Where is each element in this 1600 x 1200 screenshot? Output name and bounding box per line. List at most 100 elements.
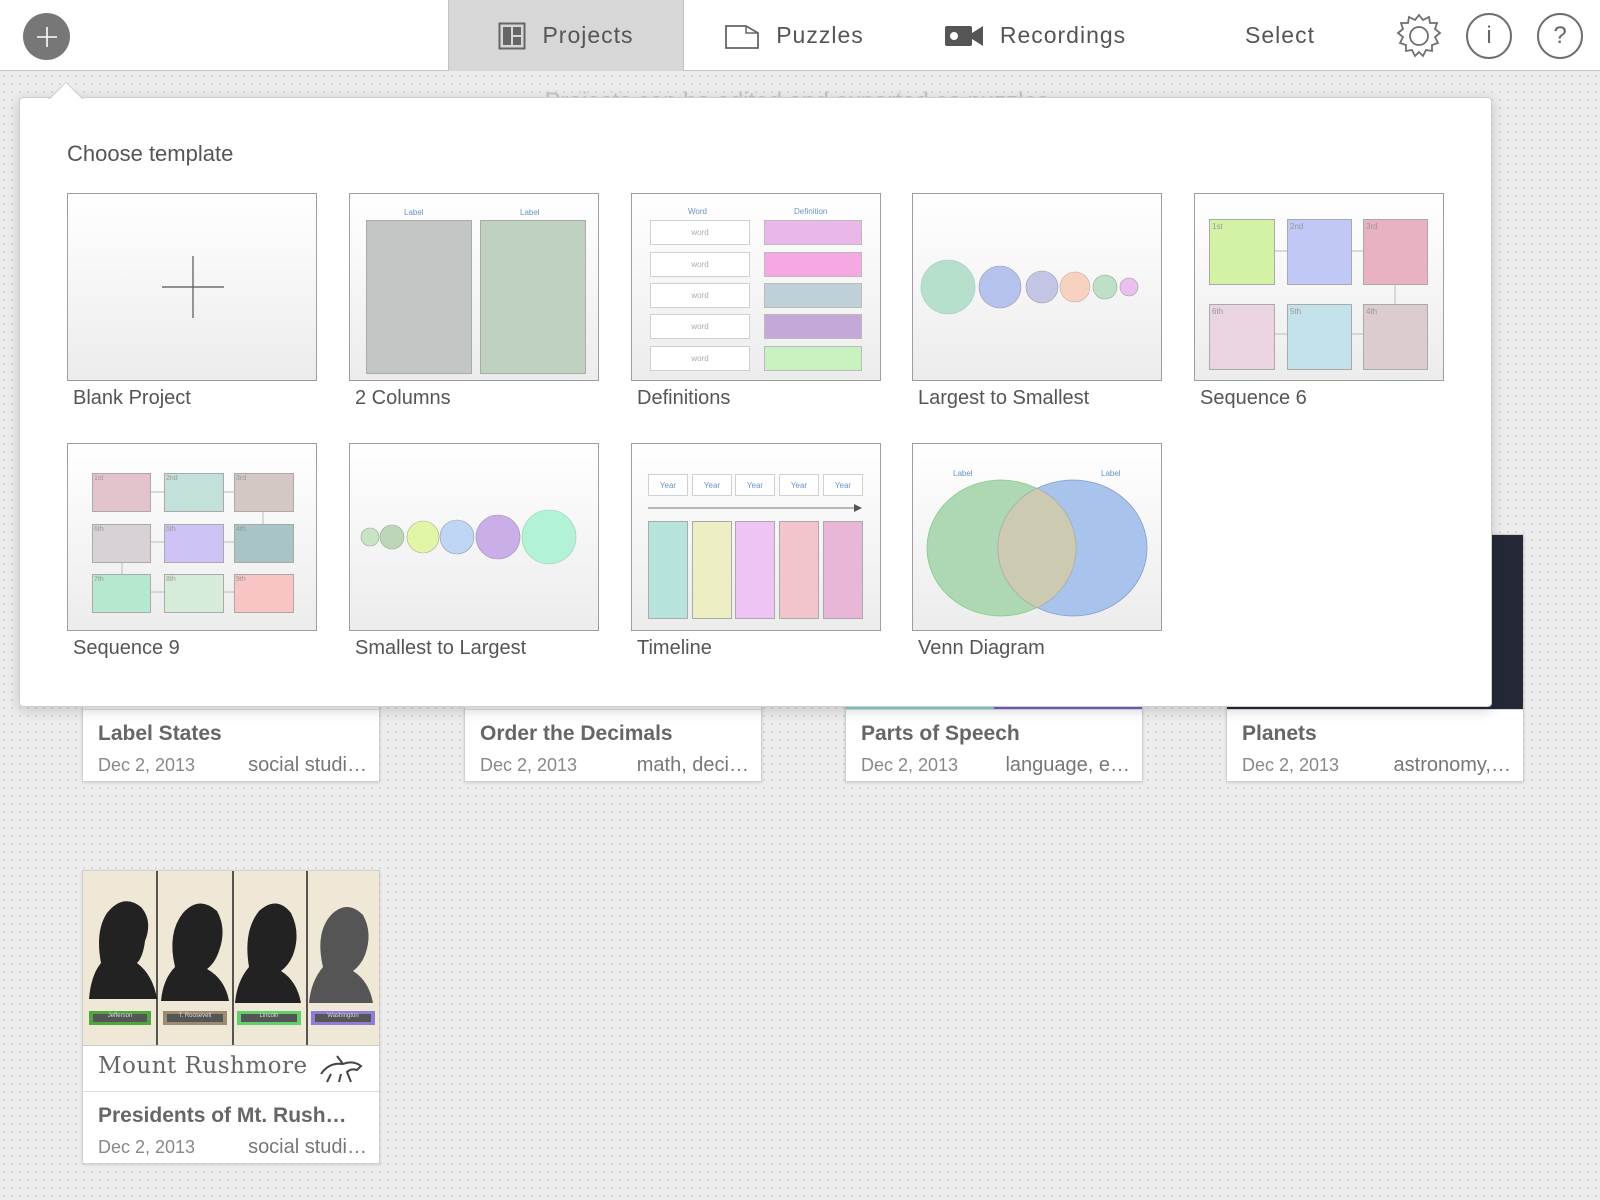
project-date: Dec 2, 2013 xyxy=(98,1137,196,1157)
template-thumbnail: Year Year Year Year Year xyxy=(631,443,881,631)
project-title: Presidents of Mt. Rush… xyxy=(98,1104,347,1127)
project-title: Label States xyxy=(98,722,222,745)
popover-arrow xyxy=(48,82,84,100)
project-date: Dec 2, 2013 xyxy=(1242,755,1340,775)
template-timeline[interactable]: Year Year Year Year Year Timeline xyxy=(631,443,881,660)
sequence-cell: 4th xyxy=(1366,307,1378,316)
template-label: Smallest to Largest xyxy=(355,637,527,659)
circle-label: Label xyxy=(953,469,973,478)
sequence-cell: 6th xyxy=(1212,307,1224,316)
template-label: Largest to Smallest xyxy=(918,387,1090,409)
info-icon: i xyxy=(1486,22,1492,49)
template-thumbnail xyxy=(349,443,599,631)
project-date: Dec 2, 2013 xyxy=(98,755,196,775)
top-toolbar: Projects Puzzles Recordings Select i ? xyxy=(0,0,1600,71)
template-thumbnail: Word Definition word word word word word xyxy=(631,193,881,381)
sequence-cell: 1st xyxy=(94,475,104,482)
column-label: Label xyxy=(520,208,540,217)
tab-recordings[interactable]: Recordings xyxy=(920,0,1150,71)
template-label: Definitions xyxy=(637,387,731,409)
projects-icon xyxy=(498,22,526,50)
template-thumbnail: Label Label xyxy=(912,443,1162,631)
select-button[interactable]: Select xyxy=(1200,0,1360,71)
template-2-columns[interactable]: Label Label 2 Columns xyxy=(349,193,599,410)
info-button[interactable]: i xyxy=(1466,13,1512,59)
project-info: Presidents of Mt. Rush… Dec 2, 2013 soci… xyxy=(83,1091,379,1163)
rushmore-banner: Mount Rushmore xyxy=(83,1045,379,1091)
circle-label: Label xyxy=(1101,469,1121,478)
choose-template-popover: Choose template Blank Project Label Labe… xyxy=(19,82,1492,707)
project-info: Label States Dec 2, 2013 social studi… xyxy=(83,709,379,781)
project-tags: astronomy,… xyxy=(1393,754,1511,776)
banner-text: Mount Rushmore xyxy=(98,1053,308,1079)
name-tag: Jefferson xyxy=(107,1013,133,1019)
sequence-cell: 1st xyxy=(1212,222,1223,231)
template-sequence-9[interactable]: 1st 2nd 3rd 6th 5th 4th 7th 8th 9th Sequ… xyxy=(67,443,317,660)
settings-button[interactable] xyxy=(1395,12,1443,60)
template-venn-diagram[interactable]: Label Label Venn Diagram xyxy=(912,443,1162,660)
sequence-cell: 5th xyxy=(166,526,176,533)
template-definitions[interactable]: Word Definition word word word word word… xyxy=(631,193,881,410)
template-thumbnail: Label Label xyxy=(349,193,599,381)
rushmore-thumbnail: Jefferson T. Roosevelt Lincoln Washingto… xyxy=(83,871,379,1045)
sequence-cell: 9th xyxy=(236,576,246,583)
column-header: Definition xyxy=(794,207,828,216)
sequence-cell: 8th xyxy=(166,576,176,583)
tab-puzzles[interactable]: Puzzles xyxy=(684,0,904,71)
horse-rider-icon xyxy=(320,1055,363,1083)
project-title: Planets xyxy=(1242,722,1317,745)
sequence-cell: 2nd xyxy=(1290,222,1304,231)
word-cell: word xyxy=(650,220,750,245)
word-cell: word xyxy=(650,283,750,308)
video-camera-icon xyxy=(944,24,984,48)
help-icon: ? xyxy=(1553,22,1567,49)
sequence-cell: 3rd xyxy=(1366,222,1378,231)
project-date: Dec 2, 2013 xyxy=(480,755,578,775)
puzzles-icon xyxy=(724,22,760,50)
tab-projects[interactable]: Projects xyxy=(448,0,684,71)
project-info: Order the Decimals Dec 2, 2013 math, dec… xyxy=(465,709,761,781)
plus-icon xyxy=(36,26,57,47)
sequence-cell: 2nd xyxy=(166,475,178,482)
tab-recordings-label: Recordings xyxy=(999,22,1127,48)
sequence-cell: 6th xyxy=(94,526,104,533)
tab-puzzles-label: Puzzles xyxy=(776,22,864,48)
help-button[interactable]: ? xyxy=(1537,13,1583,59)
template-label: Blank Project xyxy=(73,387,191,409)
project-info: Planets Dec 2, 2013 astronomy,… xyxy=(1227,709,1523,781)
sequence-cell: 5th xyxy=(1290,307,1302,316)
project-card[interactable]: Jefferson T. Roosevelt Lincoln Washingto… xyxy=(82,870,380,1164)
template-smallest-to-largest[interactable]: Smallest to Largest xyxy=(349,443,599,660)
select-label: Select xyxy=(1245,22,1315,48)
word-cell: word xyxy=(650,252,750,277)
project-tags: language, e… xyxy=(1005,754,1130,776)
sequence-cell: 4th xyxy=(236,526,246,533)
template-sequence-6[interactable]: 1st 2nd 3rd 6th 5th 4th Sequence 6 xyxy=(1194,193,1444,410)
template-label: Timeline xyxy=(637,637,712,659)
project-info: Parts of Speech Dec 2, 2013 language, e… xyxy=(846,709,1142,781)
add-project-button[interactable] xyxy=(23,13,70,60)
plus-icon xyxy=(162,256,224,318)
project-title: Order the Decimals xyxy=(480,722,673,745)
project-tags: social studi… xyxy=(248,1136,367,1158)
project-tags: math, deci… xyxy=(636,754,749,776)
template-label: 2 Columns xyxy=(355,387,451,409)
template-thumbnail xyxy=(67,193,317,381)
word-cell: word xyxy=(650,346,750,371)
gear-icon xyxy=(1396,13,1442,58)
name-tag: Lincoln xyxy=(259,1013,279,1019)
sequence-cell: 3rd xyxy=(236,475,247,482)
tab-projects-label: Projects xyxy=(542,22,634,48)
template-thumbnail xyxy=(912,193,1162,381)
template-thumbnail: 1st 2nd 3rd 6th 5th 4th xyxy=(1194,193,1444,381)
word-cell: word xyxy=(650,314,750,339)
sequence-cell: 7th xyxy=(94,576,104,583)
project-date: Dec 2, 2013 xyxy=(861,755,959,775)
template-blank-project[interactable]: Blank Project xyxy=(67,193,317,410)
column-header: Word xyxy=(688,207,707,216)
template-label: Venn Diagram xyxy=(918,637,1045,659)
template-thumbnail: 1st 2nd 3rd 6th 5th 4th 7th 8th 9th xyxy=(67,443,317,631)
name-tag: Washington xyxy=(327,1013,359,1019)
template-largest-to-smallest[interactable]: Largest to Smallest xyxy=(912,193,1162,410)
project-title: Parts of Speech xyxy=(861,722,1020,745)
